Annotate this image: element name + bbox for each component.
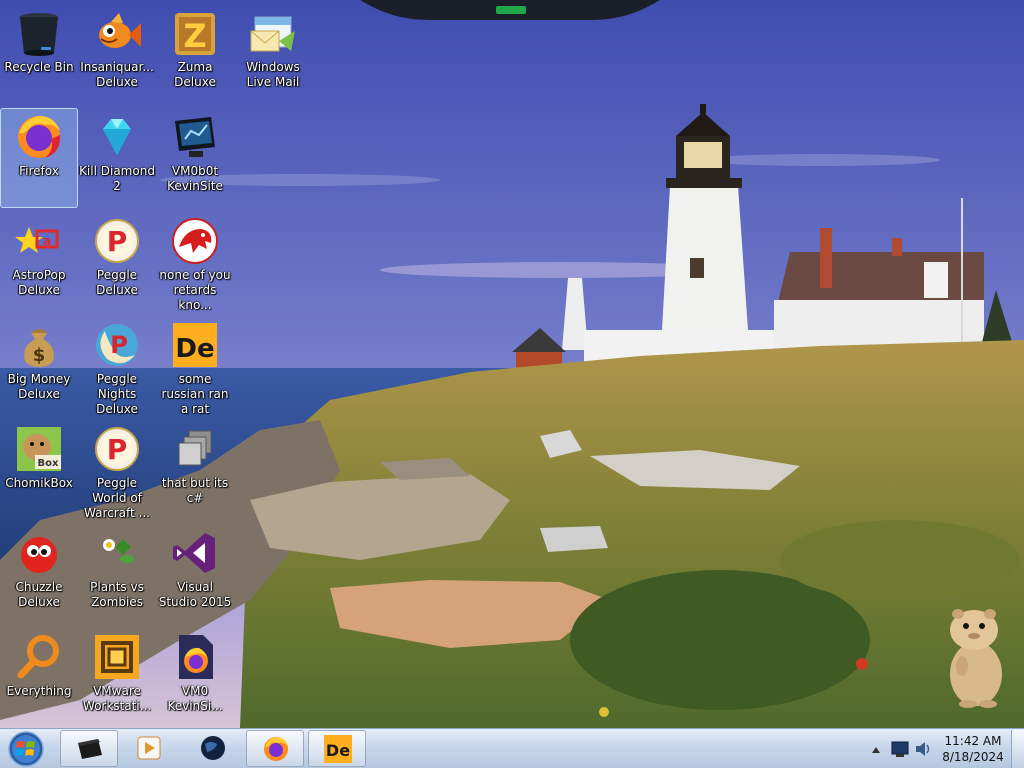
desktop-icon-label: Peggle Deluxe [96, 268, 138, 297]
desktop-icon-label: that but its c# [161, 476, 229, 505]
taskbar-firefox-button[interactable] [246, 730, 304, 767]
vmware-icon [95, 635, 139, 679]
desktop-icon-zuma[interactable]: Z Zuma Deluxe [156, 4, 234, 104]
peggle-nights-icon: P [96, 324, 138, 366]
desktop-icon-peggle-deluxe[interactable]: P Peggle Deluxe [78, 212, 156, 312]
desktop-icon-vm0b0t-kevinsite[interactable]: VM0b0t KevinSite [156, 108, 234, 208]
desktop-icon-kill-diamond-2[interactable]: Kill Diamond 2 [78, 108, 156, 208]
desktop-icon-label: Chuzzle Deluxe [15, 580, 63, 609]
hamster-desktop-pet[interactable] [938, 604, 1010, 710]
desktop-icon-none-of-you[interactable]: none of you retards kno... [156, 212, 234, 312]
tray-clock[interactable]: 11:42 AM 8/18/2024 [938, 733, 1008, 765]
desktop-icon-label: ChomikBox [5, 476, 73, 490]
top-edge-tab [360, 0, 660, 20]
money-bag-icon: $ [24, 329, 54, 367]
firefox-icon [18, 116, 61, 158]
show-hidden-icons-icon[interactable] [872, 747, 880, 753]
clock-date: 8/18/2024 [942, 750, 1004, 764]
monitor-icon [175, 117, 215, 157]
taskbar-media-player-button[interactable] [120, 730, 178, 767]
desktop-icon-that-but-its-csharp[interactable]: that but its c# [156, 420, 234, 520]
recycle-bin-icon [20, 13, 58, 56]
desktop-icon-label: VM0 KevinSi... [167, 684, 223, 713]
svg-text:P: P [107, 433, 128, 466]
svg-text:a: a [43, 234, 51, 248]
firefox-icon [264, 737, 288, 761]
firefox-file-icon [179, 635, 213, 679]
magnifier-icon [17, 635, 59, 679]
de-icon: De [324, 735, 352, 763]
visual-studio-icon [173, 533, 215, 573]
volume-icon[interactable] [916, 742, 930, 756]
desktop-icon-label: Windows Live Mail [246, 60, 300, 89]
desktop-icon-label: Recycle Bin [4, 60, 74, 74]
terminal-icon [78, 739, 102, 759]
show-desktop-button[interactable] [1011, 730, 1024, 768]
desktop-icon-label: Peggle World of Warcraft ... [84, 476, 150, 520]
peggle-icon: P [95, 427, 139, 471]
desktop-icon-label: Firefox [19, 164, 59, 178]
desktop-icon-label: Zuma Deluxe [174, 60, 216, 89]
clock-time: 11:42 AM [944, 734, 1002, 748]
desktop-icon-astropop[interactable]: a AstroPop Deluxe [0, 212, 78, 312]
taskbar-terminal-button[interactable] [60, 730, 118, 767]
red-dino-icon [172, 218, 218, 264]
desktop-icon-windows-live-mail[interactable]: Windows Live Mail [234, 4, 312, 104]
desktop-icon-some-russian[interactable]: De some russian ran a rat [156, 316, 234, 416]
desktop-icon-peggle-nights[interactable]: P Peggle Nights Deluxe [78, 316, 156, 416]
desktop-icon-everything[interactable]: Everything [0, 628, 78, 728]
svg-text:P: P [110, 331, 128, 359]
desktop-icon-visual-studio-2015[interactable]: Visual Studio 2015 [156, 524, 234, 624]
desktop-icon-vmware-workstation[interactable]: VMware Workstati... [78, 628, 156, 728]
desktop-icon-label: VM0b0t KevinSite [167, 164, 223, 193]
chuzzle-icon [21, 537, 57, 573]
globe-icon [201, 736, 225, 760]
desktop-icon-label: Peggle Nights Deluxe [96, 372, 138, 416]
desktop-icon-label: some russian ran a rat [161, 372, 229, 416]
desktop-icon-vm0-kevinsi[interactable]: VM0 KevinSi... [156, 628, 234, 728]
desktop-icon-label: Kill Diamond 2 [79, 164, 155, 193]
chomikbox-icon: Box [17, 427, 61, 471]
start-button[interactable] [6, 731, 46, 767]
network-icon[interactable] [891, 741, 909, 757]
svg-text:Box: Box [38, 458, 59, 469]
desktop-icon-label: VMware Workstati... [82, 684, 152, 713]
desktop-icon-label: Visual Studio 2015 [158, 580, 232, 609]
svg-text:Z: Z [183, 17, 206, 55]
svg-text:De: De [175, 334, 214, 364]
taskbar-de-button[interactable]: De [308, 730, 366, 767]
de-icon: De [173, 323, 217, 367]
stacked-windows-icon [178, 430, 212, 466]
desktop-icon-insaniquarium[interactable]: Insaniquar... Deluxe [78, 4, 156, 104]
mail-icon [250, 16, 295, 52]
taskbar-globe-button[interactable] [184, 730, 242, 767]
desktop-icon-peggle-wow[interactable]: P Peggle World of Warcraft ... [78, 420, 156, 520]
desktop-icon-label: Everything [6, 684, 72, 698]
plants-icon [103, 539, 135, 563]
desktop-icon-recycle-bin[interactable]: Recycle Bin [0, 4, 78, 104]
desktop-icon-chuzzle[interactable]: Chuzzle Deluxe [0, 524, 78, 624]
svg-text:P: P [107, 225, 128, 258]
desktop-icon-label: Plants vs Zombies [90, 580, 144, 609]
svg-text:$: $ [33, 345, 46, 366]
desktop-icon-label: AstroPop Deluxe [12, 268, 66, 297]
astropop-icon: a [15, 227, 59, 253]
desktop-icon-label: Big Money Deluxe [7, 372, 71, 401]
desktop-icon-big-money[interactable]: $ Big Money Deluxe [0, 316, 78, 416]
peggle-icon: P [95, 219, 139, 263]
goldfish-icon [99, 13, 141, 48]
desktop-icon-label: Insaniquar... Deluxe [80, 60, 154, 89]
desktop-icon-plants-vs-zombies[interactable]: Plants vs Zombies [78, 524, 156, 624]
desktop-icon-label: none of you retards kno... [159, 268, 231, 312]
desktop-icon-chomikbox[interactable]: Box ChomikBox [0, 420, 78, 520]
desktop-icon-firefox[interactable]: Firefox [0, 108, 78, 208]
svg-text:De: De [326, 741, 350, 760]
diamond-icon [103, 119, 131, 155]
zuma-icon: Z [175, 13, 215, 55]
media-player-icon [137, 736, 161, 760]
